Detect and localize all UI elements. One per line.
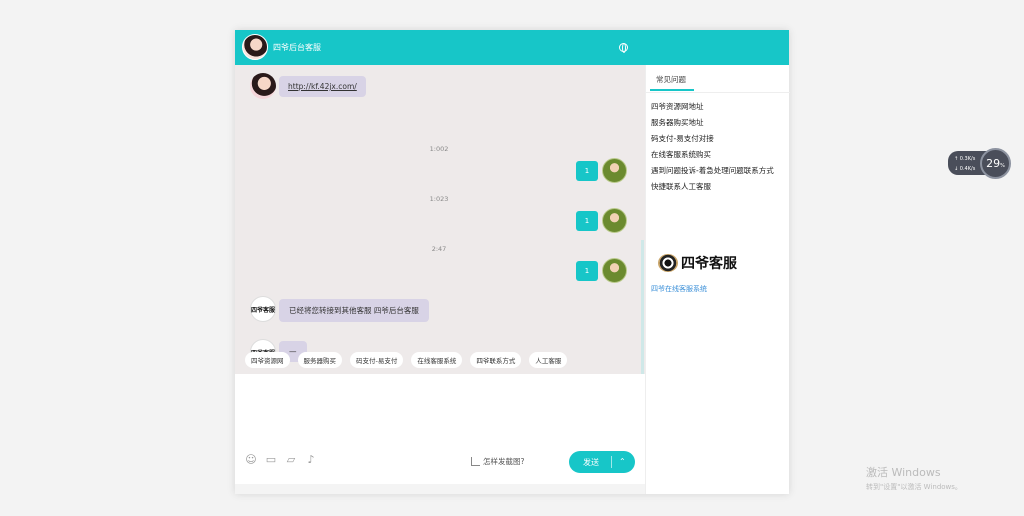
message-time: 1:023 — [429, 195, 449, 203]
globe-icon[interactable] — [619, 43, 628, 53]
input-toolbar: ☺ ▭ ▱ ♪ — [245, 454, 317, 466]
network-speed-widget[interactable]: ↑ 0.3K/s ↓ 0.4K/s 29% — [948, 148, 1012, 179]
eye-logo-icon — [658, 254, 678, 272]
faq-item[interactable]: 码支付-易支付对接 — [651, 131, 774, 147]
quick-reply-tag[interactable]: 四爷资源网 — [245, 352, 290, 368]
agent-message: 已经将您转接到其他客服 四爷后台客服 — [279, 299, 429, 322]
message-time: 2:47 — [431, 245, 447, 253]
faq-list: 四爷资源网地址 服务器购买地址 码支付-易支付对接 在线客服系统购买 遇到问题投… — [651, 99, 774, 195]
faq-item[interactable]: 在线客服系统购买 — [651, 147, 774, 163]
watermark-subtitle: 转到"设置"以激活 Windows。 — [866, 483, 962, 491]
watermark-title: 激活 Windows — [866, 466, 941, 479]
send-divider — [611, 456, 612, 468]
image-icon[interactable]: ▭ — [265, 454, 277, 466]
send-button[interactable]: 发送 ⌃ — [569, 451, 635, 473]
tab-underline — [650, 89, 694, 91]
tab-divider — [646, 92, 790, 93]
user-avatar — [602, 208, 627, 233]
bottom-strip — [235, 484, 645, 494]
agent-avatar — [250, 73, 276, 99]
message-time: 1:002 — [429, 145, 449, 153]
quick-reply-tag[interactable]: 人工客服 — [529, 352, 568, 368]
brand-text: 四爷客服 — [681, 256, 737, 272]
agent-link[interactable]: http://kf.42jx.com/ — [288, 82, 357, 91]
chat-header: 四爷后台客服 — [235, 30, 789, 65]
user-avatar — [602, 158, 627, 183]
chat-window: 四爷后台客服 http://kf.42jx.com/ 1:002 1 1:023… — [235, 30, 790, 494]
crop-icon — [471, 457, 480, 466]
quick-replies: 四爷资源网 服务器购买 码支付-易支付 在线客服系统 四爷联系方式 人工客服 — [245, 352, 568, 368]
quick-reply-tag[interactable]: 在线客服系统 — [411, 352, 463, 368]
chevron-up-icon[interactable]: ⌃ — [619, 457, 626, 466]
user-message: 1 — [576, 261, 598, 281]
screenshot-help-link[interactable]: 怎样发截图? — [471, 456, 524, 467]
user-avatar — [602, 258, 627, 283]
faq-item[interactable]: 四爷资源网地址 — [651, 99, 774, 115]
user-message: 1 — [576, 161, 598, 181]
header-title: 四爷后台客服 — [273, 43, 321, 52]
voice-icon[interactable]: ♪ — [305, 454, 317, 466]
emoji-icon[interactable]: ☺ — [245, 454, 257, 466]
usage-gauge: 29% — [980, 148, 1011, 179]
faq-item[interactable]: 遇到问题投诉-着急处理问题联系方式 — [651, 163, 774, 179]
message-list[interactable]: http://kf.42jx.com/ 1:002 1 1:023 1 2:47… — [235, 65, 645, 374]
quick-reply-tag[interactable]: 码支付-易支付 — [350, 352, 404, 368]
agent-avatar — [242, 34, 268, 60]
quick-reply-tag[interactable]: 四爷联系方式 — [470, 352, 522, 368]
user-message: 1 — [576, 211, 598, 231]
screenshot-help-label: 怎样发截图? — [483, 457, 525, 466]
brand-link[interactable]: 四爷在线客服系统 — [651, 284, 707, 294]
brand-logo: 四爷客服 — [658, 253, 737, 273]
activation-watermark: 激活 Windows 转到"设置"以激活 Windows。 — [866, 464, 962, 492]
faq-item[interactable]: 快捷联系人工客服 — [651, 179, 774, 195]
tab-faq[interactable]: 常见问题 — [656, 74, 686, 85]
faq-item[interactable]: 服务器购买地址 — [651, 115, 774, 131]
agent-logo-avatar: 四爷客服 — [250, 296, 276, 322]
agent-message: http://kf.42jx.com/ — [279, 76, 366, 97]
scrollbar[interactable] — [641, 240, 644, 374]
side-panel: 常见问题 四爷资源网地址 服务器购买地址 码支付-易支付对接 在线客服系统购买 … — [645, 65, 790, 494]
quick-reply-tag[interactable]: 服务器购买 — [297, 352, 342, 368]
send-label: 发送 — [583, 458, 599, 467]
folder-icon[interactable]: ▱ — [285, 454, 297, 466]
